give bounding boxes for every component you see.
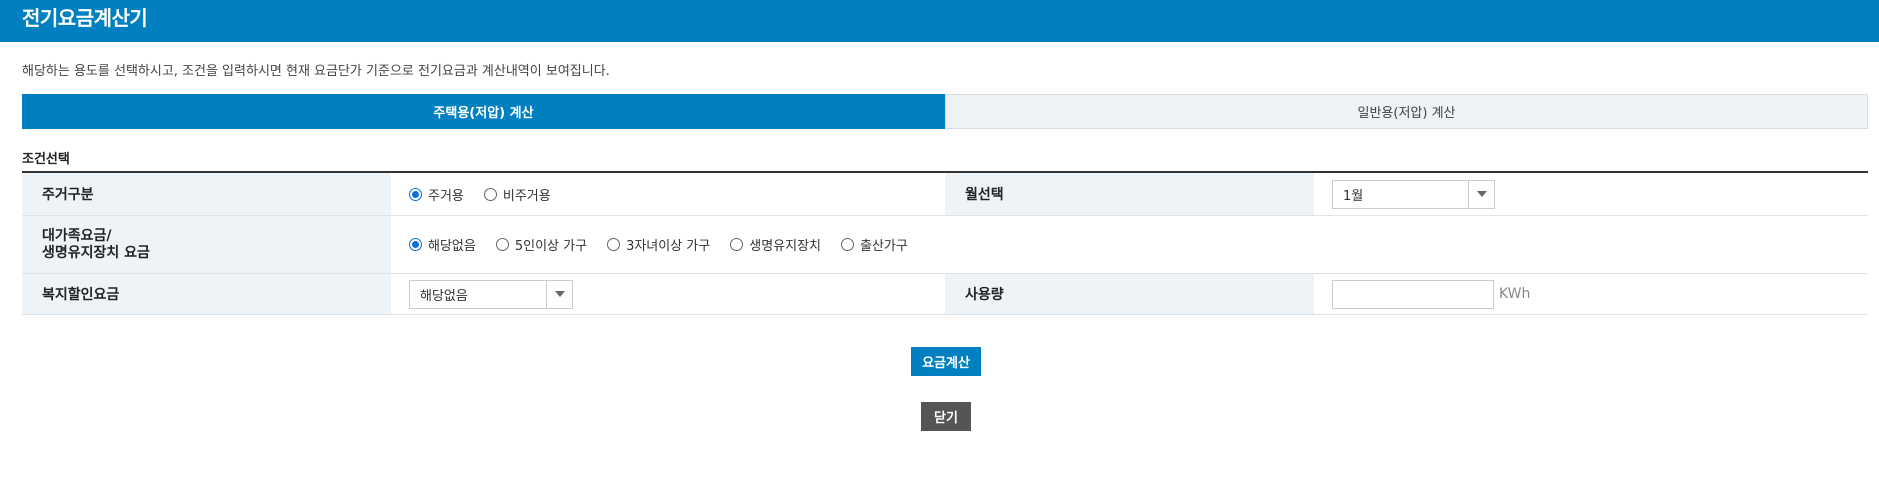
radio-label: 해당없음: [428, 239, 476, 254]
radio-unchecked-icon[interactable]: [495, 238, 509, 251]
radio-label: 생명유지장치: [749, 239, 821, 254]
month-select[interactable]: 1월: [1332, 179, 1495, 209]
radio-unchecked-icon[interactable]: [483, 187, 497, 201]
usage-unit: KWh: [1499, 286, 1531, 302]
radio-label: 주거용: [428, 188, 464, 204]
family-rate-label: 대가족요금/ 생명유지장치 요금: [22, 216, 391, 273]
radio-unchecked-icon[interactable]: [841, 238, 854, 251]
month-label: 월선택: [945, 173, 1314, 215]
dropdown-button[interactable]: [546, 280, 572, 308]
radio-unchecked-icon[interactable]: [607, 238, 621, 251]
family-rate-label-line1: 대가족요금/: [42, 227, 112, 244]
family-rate-label-line2: 생명유지장치 요금: [42, 244, 150, 261]
radio-five-plus-household[interactable]: 5인이상 가구: [495, 235, 588, 254]
month-cell: 1월: [1314, 173, 1868, 215]
chevron-down-icon: [1476, 191, 1487, 197]
section-title: 조건선택: [22, 152, 70, 167]
radio-childbirth-household[interactable]: 출산가구: [841, 235, 908, 254]
residence-radio-group: 주거용 비주거용: [391, 173, 945, 215]
form-row-welfare-usage: 복지할인요금 해당없음 사용량 KWh: [22, 274, 1868, 315]
welfare-select[interactable]: 해당없음: [409, 279, 573, 309]
page-description: 해당하는 용도를 선택하시고, 조건을 입력하시면 현재 요금단가 기준으로 전…: [22, 64, 610, 79]
chevron-down-icon: [554, 291, 565, 297]
tab-residential-calc[interactable]: 주택용(저압) 계산: [22, 94, 945, 129]
welfare-cell: 해당없음: [391, 274, 945, 314]
condition-form: 주거구분 주거용 비주거용 월선택 1월 대가족요금/ 생명유지장치 요금 해당…: [22, 171, 1868, 315]
dropdown-button[interactable]: [1468, 180, 1494, 208]
radio-life-support-device[interactable]: 생명유지장치: [730, 235, 821, 254]
radio-residential[interactable]: 주거용: [409, 185, 464, 204]
form-row-family-rate: 대가족요금/ 생명유지장치 요금 해당없음 5인이상 가구 3자녀이상 가구 생…: [22, 216, 1868, 274]
usage-cell: KWh: [1314, 274, 1868, 314]
usage-input[interactable]: [1332, 279, 1494, 309]
month-selected-value: 1월: [1343, 188, 1364, 204]
form-row-residence: 주거구분 주거용 비주거용 월선택 1월: [22, 173, 1868, 216]
radio-non-residential[interactable]: 비주거용: [483, 185, 551, 204]
family-rate-radio-group: 해당없음 5인이상 가구 3자녀이상 가구 생명유지장치 출산가구: [391, 216, 1868, 273]
radio-unchecked-icon[interactable]: [730, 238, 744, 251]
radio-label: 3자녀이상 가구: [626, 239, 711, 254]
radio-checked-icon[interactable]: [409, 238, 422, 251]
close-button[interactable]: 닫기: [921, 402, 971, 431]
tab-general-calc[interactable]: 일반용(저압) 계산: [945, 94, 1868, 129]
page-title: 전기요금계산기: [22, 6, 148, 30]
radio-checked-icon[interactable]: [409, 187, 422, 201]
residence-label: 주거구분: [22, 173, 391, 215]
tab-bar: 주택용(저압) 계산 일반용(저압) 계산: [22, 94, 1868, 129]
welfare-label: 복지할인요금: [22, 274, 391, 314]
radio-not-applicable[interactable]: 해당없음: [409, 235, 476, 254]
calculate-button[interactable]: 요금계산: [911, 347, 981, 376]
radio-label: 출산가구: [860, 239, 908, 254]
app-header: 전기요금계산기: [0, 0, 1879, 42]
welfare-selected-value: 해당없음: [420, 288, 468, 304]
radio-three-children-household[interactable]: 3자녀이상 가구: [607, 235, 710, 254]
radio-label: 비주거용: [502, 188, 551, 204]
radio-label: 5인이상 가구: [514, 239, 588, 254]
usage-label: 사용량: [945, 274, 1314, 314]
